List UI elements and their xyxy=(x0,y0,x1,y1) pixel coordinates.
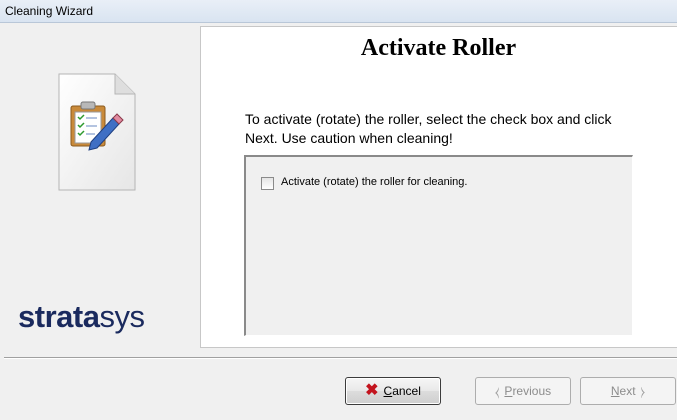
activate-roller-checkbox[interactable] xyxy=(261,177,274,190)
options-group-box: Activate (rotate) the roller for cleanin… xyxy=(244,155,633,336)
instructions-text: To activate (rotate) the roller, select … xyxy=(245,111,612,146)
x-icon: ✖ xyxy=(365,382,379,399)
clipboard-document-icon xyxy=(57,72,137,197)
next-button[interactable]: Next ⧽ xyxy=(580,377,676,405)
stratasys-logo: stratasys xyxy=(18,299,145,334)
next-label-rest: ext xyxy=(619,384,636,398)
cancel-label-rest: ancel xyxy=(392,384,421,398)
logo-bold-text: strata xyxy=(18,299,100,334)
cancel-button[interactable]: ✖ Cancel xyxy=(345,377,441,405)
window-title: Cleaning Wizard xyxy=(5,4,94,18)
cancel-mnemonic: C xyxy=(383,384,393,398)
title-bar: Cleaning Wizard xyxy=(0,0,677,23)
forward-arrow-icon: ⧽ xyxy=(640,383,646,399)
previous-label-rest: revious xyxy=(512,384,552,398)
previous-button[interactable]: ⧼ Previous xyxy=(475,377,571,405)
page-title: Activate Roller xyxy=(360,35,517,61)
footer-separator xyxy=(4,357,677,359)
previous-label: Previous xyxy=(504,384,551,398)
next-label: Next xyxy=(611,384,636,398)
cancel-label: Cancel xyxy=(384,384,421,398)
back-arrow-icon: ⧼ xyxy=(494,383,500,399)
next-mnemonic: N xyxy=(610,384,620,398)
logo-light-text: sys xyxy=(99,299,145,334)
activate-roller-label[interactable]: Activate (rotate) the roller for cleanin… xyxy=(281,176,467,188)
